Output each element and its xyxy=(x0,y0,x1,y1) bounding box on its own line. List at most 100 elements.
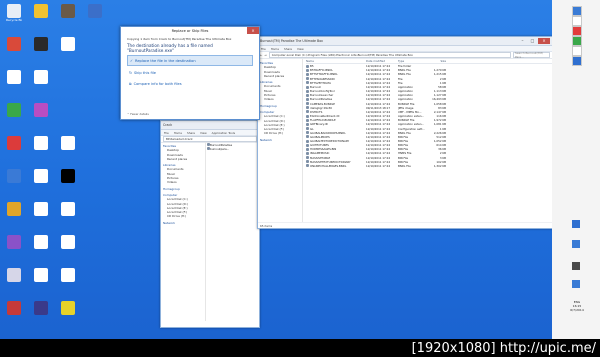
nav-item[interactable]: Videos xyxy=(260,97,302,101)
nav-group[interactable]: Homegroup xyxy=(260,104,302,108)
maximize-button[interactable]: □ xyxy=(528,38,537,44)
breadcrumb-item[interactable]: Computer xyxy=(272,53,286,57)
desktop-icon[interactable] xyxy=(33,70,49,84)
col-type-header[interactable]: Type xyxy=(398,59,428,63)
taskbar-app-icon[interactable] xyxy=(572,46,582,56)
taskbar-app-icon[interactable] xyxy=(572,26,582,36)
desktop-icon[interactable] xyxy=(6,268,22,282)
minimize-button[interactable]: – xyxy=(518,38,527,44)
nav-item[interactable]: Recent places xyxy=(260,74,302,78)
dialog-close-button[interactable]: × xyxy=(247,27,259,34)
close-button[interactable]: × xyxy=(538,38,550,44)
file-icon xyxy=(306,160,309,164)
tray-icon[interactable] xyxy=(572,220,580,228)
tray-icon[interactable] xyxy=(572,280,580,288)
col-date-header[interactable]: Date modified xyxy=(366,59,398,63)
desktop-icon[interactable] xyxy=(6,37,22,51)
taskbar-app-icon[interactable] xyxy=(572,16,582,26)
file-icon xyxy=(306,85,309,89)
crack-titlebar[interactable]: Crack xyxy=(161,121,259,130)
crack-tab-view[interactable]: View xyxy=(200,131,207,135)
dialog-titlebar[interactable]: Replace or Skip Files × xyxy=(121,27,259,35)
nav-group[interactable]: Network xyxy=(260,138,302,142)
main-tab-share[interactable]: Share xyxy=(284,47,292,51)
search-input[interactable]: Search Burnout(TM) Para... xyxy=(513,51,550,59)
file-icon xyxy=(306,77,309,81)
nav-group[interactable]: Network xyxy=(163,221,205,225)
desktop-icon[interactable] xyxy=(33,301,49,315)
desktop-icon[interactable] xyxy=(33,169,49,183)
desktop-icon[interactable] xyxy=(6,70,22,84)
dialog-option[interactable]: ↻ Skip this file xyxy=(127,68,253,77)
desktop-icon-image xyxy=(34,268,48,282)
fewer-details-toggle[interactable]: ⌃ Fewer details xyxy=(127,112,149,116)
desktop-icon[interactable] xyxy=(6,202,22,216)
nav-group[interactable]: Homegroup xyxy=(163,187,205,191)
desktop-icon[interactable] xyxy=(60,169,76,183)
forward-arrow-icon[interactable]: → xyxy=(264,53,266,57)
desktop-icon[interactable] xyxy=(33,37,49,51)
main-navigation-pane: Favorites Desktop Downloads Recent places Li… xyxy=(258,59,303,222)
desktop-icon[interactable] xyxy=(60,136,76,150)
main-address-bar[interactable]: ← → Computer › Local Disk (C:) › Program… xyxy=(258,51,552,59)
tray-icon[interactable] xyxy=(572,240,580,248)
crack-tab-share[interactable]: Share xyxy=(187,131,195,135)
nav-item[interactable]: Recent places xyxy=(163,157,205,161)
taskbar-app-icon[interactable] xyxy=(572,36,582,46)
desktop-icon[interactable] xyxy=(60,4,76,18)
desktop-icon[interactable] xyxy=(6,169,22,183)
back-arrow-icon[interactable]: ← xyxy=(260,53,262,57)
desktop-icon[interactable] xyxy=(6,235,22,249)
desktop-icon[interactable]: Recycle Bin xyxy=(6,4,22,22)
desktop-icon-image xyxy=(34,169,48,183)
desktop-icon[interactable] xyxy=(6,136,22,150)
desktop-icon[interactable] xyxy=(60,301,76,315)
main-titlebar[interactable]: Burnout(TM) Paradise The Ultimate Box – … xyxy=(258,37,552,46)
desktop-icon[interactable] xyxy=(60,37,76,51)
main-address-path[interactable]: Computer › Local Disk (C:) › Program Fil… xyxy=(268,52,511,58)
file-name-cell: ONLINECHALLENGES.BNDL xyxy=(306,164,366,168)
breadcrumb-item[interactable]: Local Disk (C:) xyxy=(287,53,307,57)
nav-item[interactable]: CD Drive (H:) xyxy=(260,131,302,135)
desktop-icon[interactable] xyxy=(33,202,49,216)
nav-item[interactable]: CD Drive (H:) xyxy=(163,214,205,218)
breadcrumb-item[interactable]: Burnout(TM) Paradise The Ultimate Box xyxy=(358,53,413,57)
clock-date: 6/7/2014 xyxy=(570,308,584,312)
main-tab-file[interactable]: File xyxy=(261,47,266,51)
desktop-icon[interactable] xyxy=(6,301,22,315)
desktop-icon[interactable] xyxy=(33,235,49,249)
clock[interactable]: ENG 16:15 6/7/2014 xyxy=(566,300,588,312)
desktop-icon[interactable] xyxy=(33,4,49,18)
breadcrumb-item[interactable]: BP-Reloaded xyxy=(166,137,184,141)
desktop-icon[interactable] xyxy=(33,268,49,282)
desktop-icon[interactable] xyxy=(60,268,76,282)
desktop-icon[interactable] xyxy=(87,4,103,18)
breadcrumb-item[interactable]: Program Files (x86) xyxy=(308,53,335,57)
desktop-icon[interactable] xyxy=(33,103,49,117)
tray-icon[interactable] xyxy=(572,262,580,270)
file-row[interactable]: burnoutpara... xyxy=(207,147,259,151)
crack-navigation-pane: Favorites Desktop Downloads Recent places Li… xyxy=(161,142,206,321)
col-size-header[interactable]: Size xyxy=(428,59,446,63)
crack-tab-home[interactable]: Home xyxy=(174,131,182,135)
file-row[interactable]: ONLINECHALLENGES.BNDL 12/10/2011 17:24 BND… xyxy=(306,164,552,168)
crack-tab-file[interactable]: File xyxy=(164,131,169,135)
dialog-option[interactable]: ⧉ Compare info for both files xyxy=(127,79,253,88)
breadcrumb-item[interactable]: Electronic Arts xyxy=(336,53,356,57)
desktop-icon[interactable] xyxy=(60,202,76,216)
desktop-icon-image xyxy=(34,70,48,84)
taskbar-app-icon[interactable] xyxy=(572,56,582,66)
dialog-option[interactable]: ✓ Replace the file in the destination xyxy=(127,55,253,66)
main-tab-home[interactable]: Home xyxy=(271,47,279,51)
breadcrumb-item[interactable]: Crack xyxy=(185,137,193,141)
desktop-icon[interactable] xyxy=(60,235,76,249)
desktop-icon[interactable] xyxy=(6,103,22,117)
main-tab-view[interactable]: View xyxy=(297,47,304,51)
dialog-option-label: Compare info for both files xyxy=(133,81,182,86)
nav-item[interactable]: Videos xyxy=(163,180,205,184)
desktop-icon[interactable] xyxy=(33,136,49,150)
col-name-header[interactable]: Name xyxy=(306,59,366,63)
crack-tab-application-tools[interactable]: Application Tools xyxy=(212,131,235,135)
taskbar-app-icon[interactable] xyxy=(572,6,582,16)
skip-icon: ↻ xyxy=(129,70,133,75)
